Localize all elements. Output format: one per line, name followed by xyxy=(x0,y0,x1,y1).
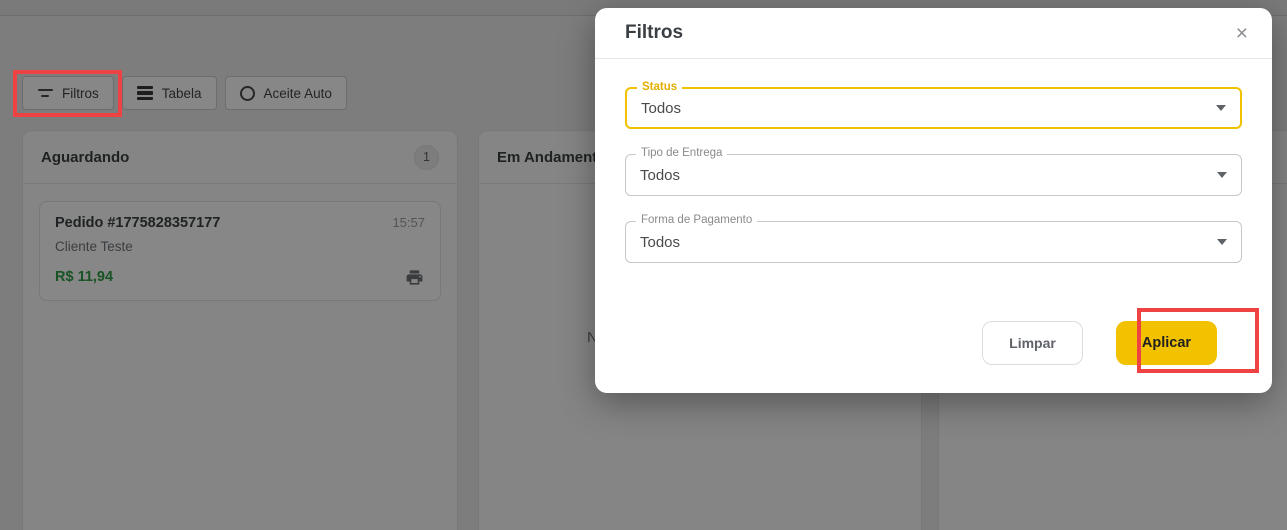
close-icon[interactable]: × xyxy=(1236,23,1248,44)
delivery-type-value: Todos xyxy=(640,166,681,184)
modal-title: Filtros xyxy=(625,22,684,43)
payment-method-select[interactable]: Forma de Pagamento Todos xyxy=(625,214,1242,263)
status-select-value: Todos xyxy=(641,99,682,117)
payment-method-value: Todos xyxy=(640,233,681,251)
delivery-type-label: Tipo de Entrega xyxy=(636,147,728,159)
payment-method-label: Forma de Pagamento xyxy=(636,214,758,226)
status-select[interactable]: Status Todos xyxy=(625,81,1242,129)
delivery-type-select[interactable]: Tipo de Entrega Todos xyxy=(625,147,1242,196)
annotation-box-apply xyxy=(1137,308,1259,373)
clear-button[interactable]: Limpar xyxy=(982,321,1083,365)
chevron-down-icon xyxy=(1217,172,1227,178)
status-select-label: Status xyxy=(637,81,683,93)
chevron-down-icon xyxy=(1217,239,1227,245)
chevron-down-icon xyxy=(1216,105,1226,111)
screenshot-root: Filtros Tabela Aceite Auto Aguardando 1 … xyxy=(0,0,1287,530)
annotation-box-filters xyxy=(13,70,122,117)
